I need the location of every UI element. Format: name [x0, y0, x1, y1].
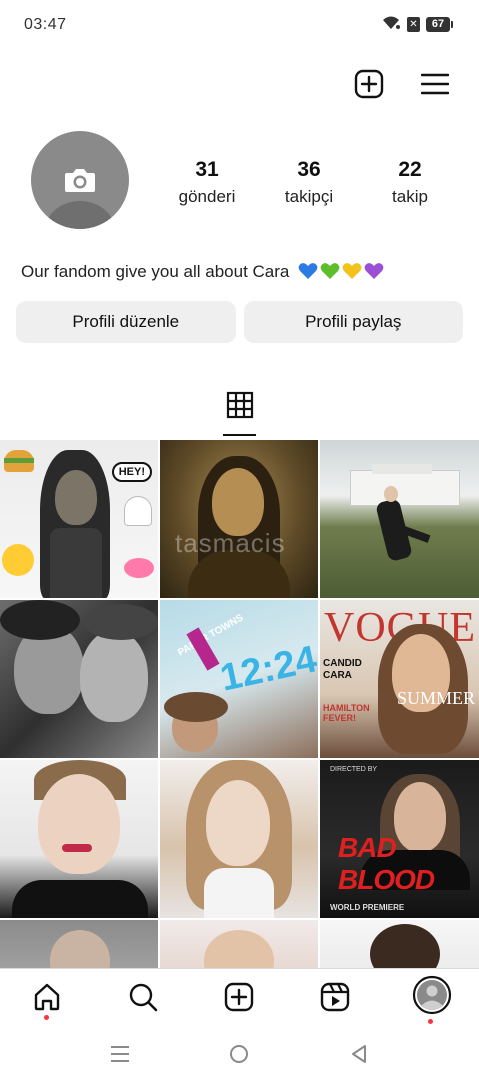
stat-posts[interactable]: 31 gönderi — [162, 158, 252, 207]
create-post-button[interactable] — [353, 69, 385, 104]
vogue-cover-lines: CANDID CARA HAMILTON FEVER! — [323, 658, 370, 724]
profile-icon — [412, 975, 452, 1020]
bottom-nav — [0, 968, 479, 1028]
stat-following[interactable]: 22 takip — [365, 158, 455, 207]
profile-buttons: Profili düzenle Profili paylaş — [16, 301, 463, 343]
hamburger-menu-icon — [420, 72, 450, 101]
nav-create[interactable] — [221, 981, 257, 1017]
top-actions — [353, 69, 451, 104]
profile-avatar[interactable] — [31, 131, 129, 229]
post-thumbnail[interactable]: HEY! — [0, 440, 158, 598]
nav-search[interactable] — [125, 981, 161, 1017]
share-profile-button[interactable]: Profili paylaş — [243, 301, 463, 343]
posts-label: gönderi — [178, 187, 236, 206]
following-count: 22 — [398, 158, 422, 181]
active-tab-indicator — [223, 434, 256, 436]
tab-grid[interactable] — [222, 385, 258, 437]
post-thumbnail[interactable] — [320, 440, 479, 598]
nav-profile[interactable] — [412, 975, 452, 1020]
purple-heart-icon — [364, 263, 384, 279]
profile-tabs — [0, 385, 479, 437]
yellow-heart-icon — [342, 263, 362, 279]
back-button[interactable] — [345, 1042, 373, 1070]
home-notification-dot — [44, 1015, 49, 1020]
battery-icon: 67 — [426, 17, 453, 32]
hey-sticker: HEY! — [111, 462, 152, 482]
post-thumbnail[interactable] — [160, 440, 318, 598]
followers-count: 36 — [297, 158, 321, 181]
system-navigation — [0, 1030, 479, 1080]
posts-grid: HEY! PAPER TOWNS 12:24 VOGUE CANDID CARA… — [0, 440, 479, 968]
grid-icon — [226, 391, 254, 437]
post-thumbnail[interactable]: PAPER TOWNS 12:24 — [160, 600, 318, 758]
post-thumbnail[interactable]: VOGUE CANDID CARA HAMILTON FEVER! SUMMER — [320, 600, 479, 758]
posts-count: 31 — [195, 158, 219, 181]
post-thumbnail[interactable] — [0, 920, 158, 968]
bio-hearts — [298, 262, 384, 280]
back-triangle-icon — [350, 1044, 368, 1069]
battery-level: 67 — [426, 17, 450, 32]
status-icons: ✕ 67 — [381, 14, 453, 35]
home-system-button[interactable] — [225, 1042, 253, 1070]
premiere-label: WORLD PREMIERE — [330, 903, 405, 912]
menu-button[interactable] — [419, 70, 451, 102]
post-thumbnail[interactable] — [320, 920, 479, 968]
green-heart-icon — [320, 263, 340, 279]
profile-notification-dot — [428, 1019, 433, 1024]
post-thumbnail[interactable] — [0, 760, 158, 918]
create-icon — [224, 982, 254, 1017]
followers-label: takipçi — [284, 187, 334, 206]
profile-stats: 31 gönderi 36 takipçi 22 takip — [160, 158, 460, 218]
camera-icon — [64, 166, 96, 199]
no-sim-icon: ✕ — [407, 17, 420, 32]
circle-home-icon — [229, 1044, 249, 1069]
home-icon — [32, 982, 62, 1017]
edit-profile-button[interactable]: Profili düzenle — [16, 301, 236, 343]
paper-towns-time: 12:24 — [216, 638, 318, 700]
plus-square-icon — [354, 69, 384, 104]
recent-apps-icon — [110, 1045, 130, 1068]
vogue-summer: SUMMER — [396, 688, 475, 708]
post-thumbnail[interactable]: DIRECTED BY BAD BLOOD WORLD PREMIERE — [320, 760, 479, 918]
nav-home[interactable] — [29, 981, 65, 1017]
recent-apps-button[interactable] — [106, 1042, 134, 1070]
search-icon — [128, 982, 158, 1017]
post-thumbnail[interactable] — [160, 920, 318, 968]
post-thumbnail[interactable] — [160, 760, 318, 918]
status-bar: 03:47 ✕ 67 — [0, 0, 479, 50]
reels-icon — [320, 982, 350, 1017]
bio-text: Our fandom give you all about Cara — [21, 262, 290, 281]
following-label: takip — [392, 187, 428, 206]
nav-reels[interactable] — [317, 981, 353, 1017]
wifi-icon — [381, 14, 401, 35]
avatar-silhouette — [45, 201, 115, 229]
status-time: 03:47 — [24, 16, 67, 33]
post-thumbnail[interactable] — [0, 600, 158, 758]
bad-blood-title: BAD BLOOD — [338, 832, 435, 895]
stat-followers[interactable]: 36 takipçi — [264, 158, 354, 207]
profile-bio: Our fandom give you all about Cara — [21, 262, 384, 282]
blue-heart-icon — [298, 263, 318, 279]
